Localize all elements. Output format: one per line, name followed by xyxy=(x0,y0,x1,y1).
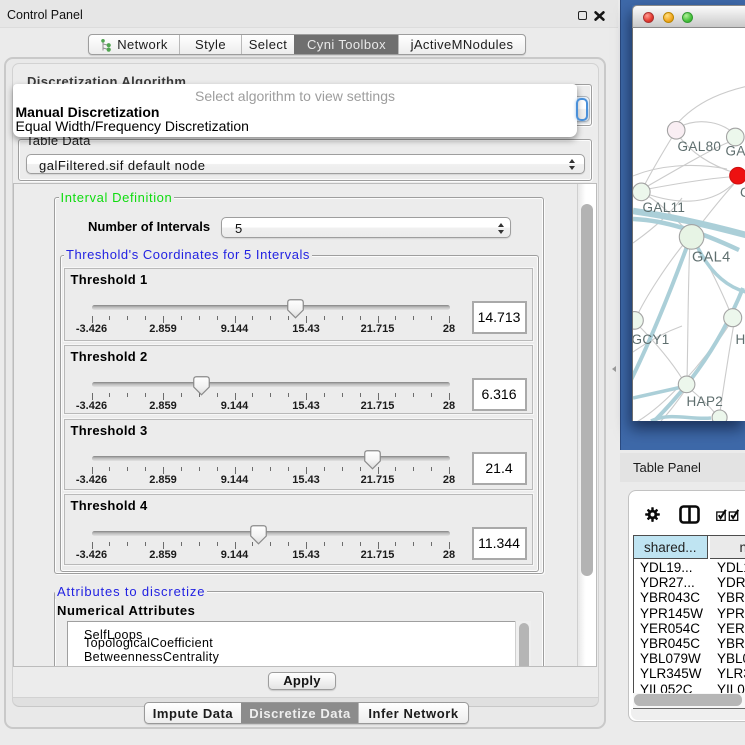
svg-text:GAL80: GAL80 xyxy=(678,139,722,154)
svg-text:GCY1: GCY1 xyxy=(633,332,670,347)
svg-text:HAP2: HAP2 xyxy=(687,394,724,409)
svg-text:GAL4: GAL4 xyxy=(692,250,730,266)
svg-text:GAL11: GAL11 xyxy=(643,200,686,215)
svg-text:GA: GA xyxy=(726,144,745,159)
svg-text:CY: CY xyxy=(740,185,745,200)
svg-text:H: H xyxy=(736,332,745,347)
